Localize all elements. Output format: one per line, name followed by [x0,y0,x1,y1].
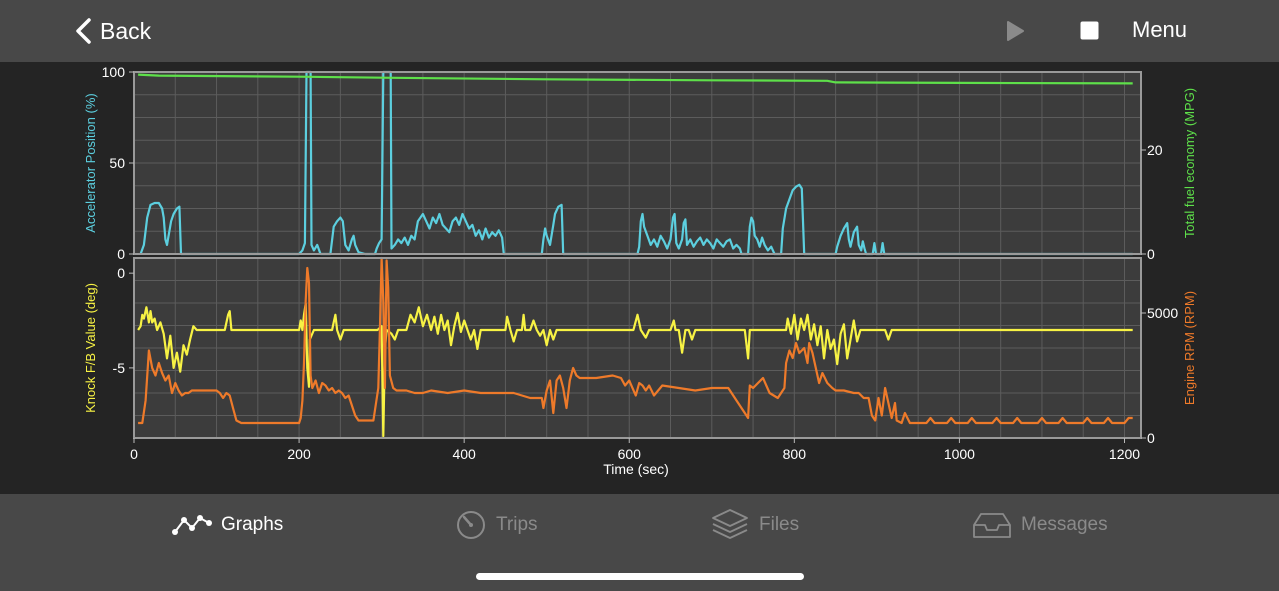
back-label: Back [100,17,152,44]
play-icon [1007,21,1024,41]
right-tick-label: 20 [1147,142,1163,158]
x-axis-label: Time (sec) [603,461,669,477]
chevron-left-icon [76,18,91,44]
tab-files-label: Files [759,514,800,535]
right-tick-label: 5000 [1147,305,1178,321]
graph-panel: 0 50 100 0 20 Accelerator Position (%) Tota… [0,62,1279,494]
tab-trips-label: Trips [496,514,538,535]
tab-graphs-label: Graphs [221,514,284,535]
stop-button[interactable] [1080,21,1099,40]
top-navigation-bar: Back Menu [0,0,1279,62]
tab-files[interactable]: Files [710,509,800,540]
tab-graphs[interactable]: Graphs [172,510,283,540]
tab-messages-label: Messages [1021,514,1108,535]
x-tick-label: 200 [287,446,311,462]
rpm-axis-label: Engine RPM (RPM) [1182,291,1197,405]
left-tick-label: 0 [117,246,125,262]
back-button[interactable]: Back [74,12,151,50]
x-tick-label: 1000 [944,446,975,462]
tab-trips[interactable]: Trips [455,510,538,540]
right-tick-label: 0 [1147,430,1155,446]
stop-icon [1080,21,1099,40]
left-tick-label: 100 [102,64,126,80]
right-tick-label: 0 [1147,246,1155,262]
menu-button[interactable]: Menu [1132,17,1187,43]
fuel-economy-axis-label: Total fuel economy (MPG) [1182,88,1197,238]
tab-messages[interactable]: Messages [972,510,1108,540]
inbox-icon [973,513,1011,538]
home-indicator [476,573,804,580]
graph-icon [172,515,212,535]
left-tick-label: 0 [117,265,125,281]
x-tick-label: 600 [618,446,642,462]
layers-icon [712,509,748,539]
left-tick-label: 50 [109,155,125,171]
x-tick-label: 0 [130,446,138,462]
knock-axis-label: Knock F/B Value (deg) [83,283,98,413]
play-button[interactable] [1004,19,1026,48]
gauge-icon [457,511,485,539]
accelerator-axis-label: Accelerator Position (%) [83,93,98,232]
x-tick-label: 800 [783,446,807,462]
x-tick-label: 400 [452,446,476,462]
left-tick-label: -5 [113,360,126,376]
x-tick-label: 1200 [1109,446,1140,462]
graph-charts[interactable]: 0 50 100 0 20 Accelerator Position (%) Tota… [0,62,1279,494]
